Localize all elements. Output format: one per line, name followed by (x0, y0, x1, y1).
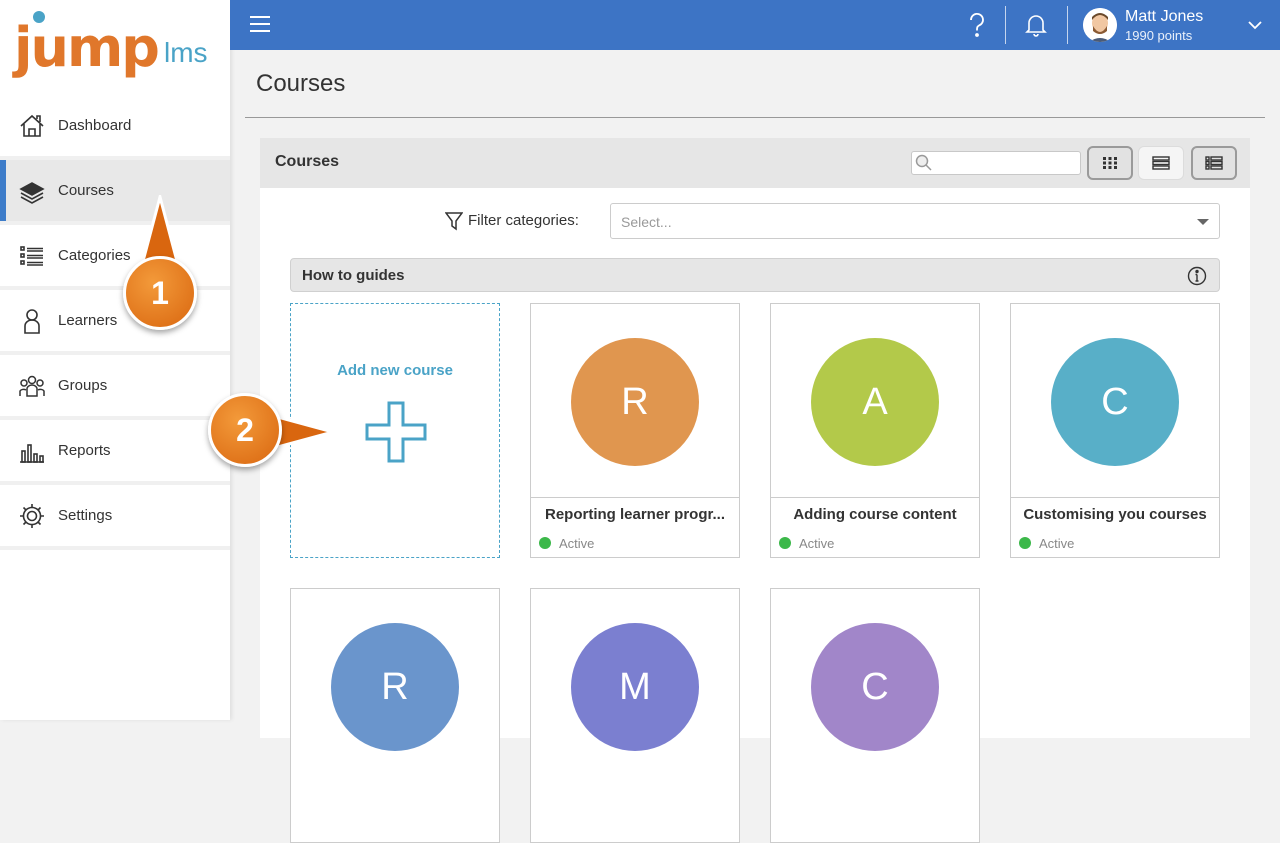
sidebar-item-label: Groups (58, 377, 108, 394)
course-avatar: A (811, 338, 939, 466)
sidebar-item-label: Reports (58, 442, 111, 459)
user-name[interactable]: Matt Jones (1125, 8, 1203, 26)
course-card-footer: Adding course content Active (771, 497, 979, 557)
sidebar-item-label: Courses (58, 182, 114, 199)
help-icon[interactable] (962, 10, 992, 40)
course-name[interactable]: Customising you courses (1011, 506, 1219, 523)
notification-bell-icon[interactable] (1021, 10, 1051, 40)
filter-icon (445, 212, 463, 231)
search-input[interactable] (911, 151, 1081, 175)
chevron-down-icon[interactable] (1246, 16, 1264, 34)
course-avatar: M (571, 623, 699, 751)
callout-badge-1: 1 (123, 256, 197, 330)
course-avatar: R (571, 338, 699, 466)
course-card[interactable]: C Customising you courses Active (1010, 303, 1220, 558)
group-title: How to guides (302, 267, 405, 284)
avatar[interactable] (1083, 8, 1117, 42)
sidebar-item-label: Learners (58, 312, 118, 329)
sidebar-item-reports[interactable]: Reports (0, 420, 230, 485)
gear-icon (20, 503, 44, 528)
logo-lms-text: lms (164, 37, 208, 68)
course-card[interactable]: A Adding course content Active (770, 303, 980, 558)
home-icon (20, 114, 44, 137)
rows-icon (1152, 156, 1170, 170)
status-dot (779, 537, 791, 549)
title-divider (245, 117, 1265, 118)
hamburger-menu-icon[interactable] (250, 16, 270, 34)
caret-down-icon (1197, 219, 1209, 225)
status-badge: Active (1039, 536, 1075, 551)
course-avatar: C (1051, 338, 1179, 466)
status-dot (1019, 537, 1031, 549)
user-points: 1990 points (1125, 28, 1193, 43)
group-icon (19, 375, 45, 397)
callout-badge-2: 2 (208, 393, 282, 467)
jump-lms-logo[interactable]: jump lms (14, 8, 224, 94)
topbar-divider (1005, 6, 1006, 44)
course-name[interactable]: Adding course content (771, 506, 979, 523)
course-card-footer: Customising you courses Active (1011, 497, 1219, 557)
group-header[interactable]: How to guides (290, 258, 1220, 292)
sidebar-item-settings[interactable]: Settings (0, 485, 230, 550)
status-badge: Active (559, 536, 595, 551)
select-placeholder: Select... (621, 214, 672, 230)
grid-icon (1103, 157, 1117, 169)
courses-panel: Courses Filter categories: Select... How… (260, 138, 1250, 843)
course-card[interactable]: R Reporting learner progr... Active (530, 303, 740, 558)
course-card[interactable]: C (770, 588, 980, 843)
page-title: Courses (256, 70, 346, 97)
sidebar-nav: Dashboard Courses Categories Learners Gr… (0, 95, 230, 550)
category-select[interactable]: Select... (610, 203, 1220, 239)
filter-categories-label: Filter categories: (468, 212, 579, 229)
course-card[interactable]: R (290, 588, 500, 843)
search-icon (915, 154, 932, 171)
panel-header: Courses (260, 138, 1250, 188)
status-dot (539, 537, 551, 549)
add-course-label: Add new course (337, 362, 453, 379)
sidebar: jump lms Dashboard Courses Categories Le… (0, 0, 230, 720)
bar-chart-icon (20, 443, 44, 463)
plus-icon (365, 401, 427, 463)
detail-list-icon (1205, 156, 1223, 170)
compact-list-view-button[interactable] (1138, 146, 1184, 180)
person-icon (24, 308, 40, 334)
sidebar-item-groups[interactable]: Groups (0, 355, 230, 420)
sidebar-item-label: Settings (58, 507, 113, 524)
course-name[interactable]: Reporting learner progr... (531, 506, 739, 523)
course-card[interactable]: M (530, 588, 740, 843)
detailed-list-view-button[interactable] (1191, 146, 1237, 180)
books-icon (19, 181, 45, 204)
sidebar-item-label: Dashboard (58, 117, 132, 134)
status-badge: Active (799, 536, 835, 551)
panel-title: Courses (275, 153, 340, 170)
info-icon[interactable] (1187, 266, 1207, 286)
grid-view-button[interactable] (1087, 146, 1133, 180)
course-card-footer: Reporting learner progr... Active (531, 497, 739, 557)
top-bar: Matt Jones 1990 points (230, 0, 1280, 50)
topbar-divider (1067, 6, 1068, 44)
sidebar-item-dashboard[interactable]: Dashboard (0, 95, 230, 160)
course-avatar: R (331, 623, 459, 751)
course-avatar: C (811, 623, 939, 751)
logo-jump-text: jump (14, 16, 160, 79)
list-icon (20, 245, 43, 266)
